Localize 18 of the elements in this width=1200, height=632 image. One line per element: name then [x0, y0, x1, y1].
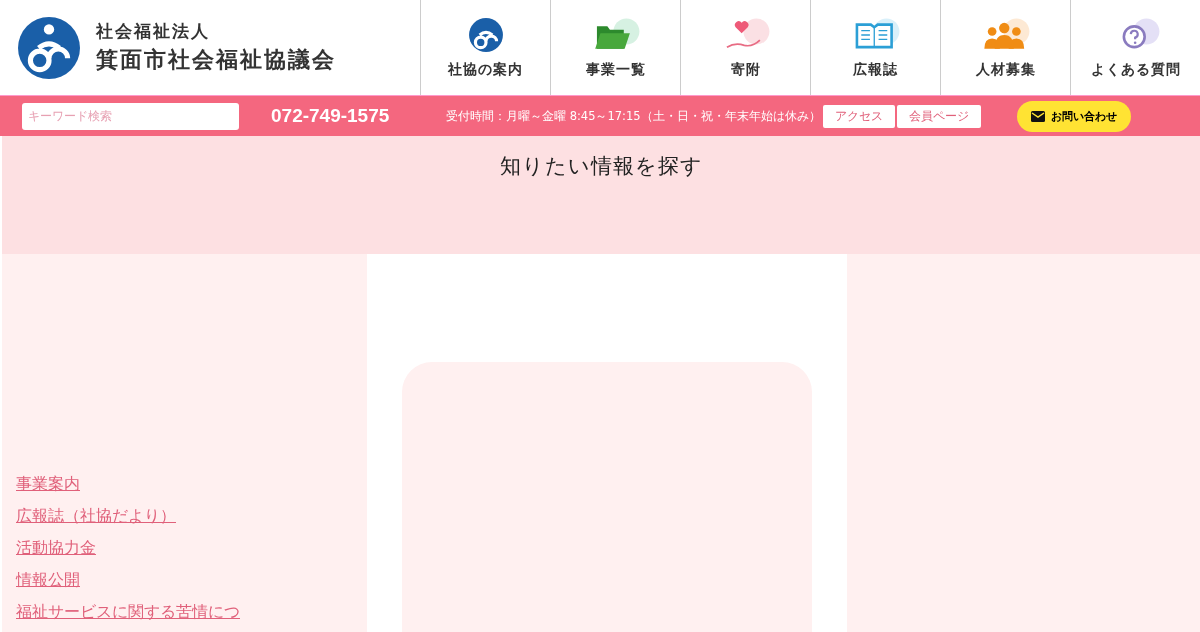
nav-label: 社協の案内 — [448, 60, 523, 79]
nav-label: 人材募集 — [975, 60, 1036, 79]
nav-label: よくある質問 — [1090, 60, 1181, 79]
organization-name: 箕面市社会福祉協議会 — [96, 46, 336, 74]
logo-icon — [18, 16, 80, 79]
office-hours: 受付時間：月曜～金曜 8:45～17:15（土・日・祝・年末年始は休み） — [446, 108, 821, 124]
mail-icon — [1030, 110, 1045, 122]
contact-button[interactable]: お問い合わせ — [1016, 100, 1131, 132]
header-link[interactable]: アクセス — [822, 104, 895, 128]
header-link[interactable]: 会員ページ — [896, 104, 981, 128]
nav-label: 事業一覧 — [585, 60, 646, 79]
nav-label: 広報誌 — [853, 60, 898, 79]
section-title: 知りたい情報を探す — [499, 153, 703, 180]
nav-label: 寄附 — [730, 60, 761, 79]
phone-number: 072-749-1575 — [271, 105, 391, 127]
nav-item[interactable]: 広報誌 — [810, 0, 940, 95]
search-field[interactable]: キーワード検索 — [22, 102, 239, 130]
organization-type: 社会福祉法人 — [96, 20, 211, 43]
